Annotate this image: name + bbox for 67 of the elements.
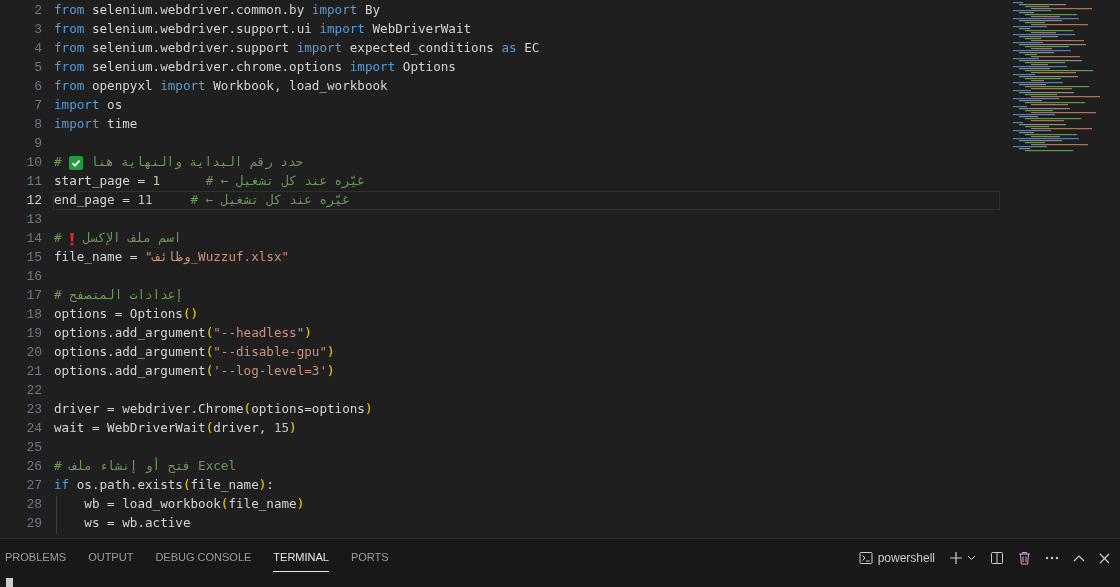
line-number: 6 xyxy=(33,77,42,96)
code-text: options.add_argument('--log-level=3') xyxy=(54,362,335,381)
line-number: 5 xyxy=(33,58,42,77)
code-text: wait = WebDriverWait(driver, 15) xyxy=(54,419,297,438)
code-text: options = Options() xyxy=(54,305,199,324)
code-comment: حدد رقم البداية والنهاية هنا xyxy=(89,153,304,172)
panel-tab[interactable]: DEBUG CONSOLE xyxy=(155,544,252,572)
terminal-cursor xyxy=(6,578,13,587)
terminal-icon xyxy=(858,551,873,565)
close-icon[interactable] xyxy=(1099,552,1110,564)
line-number: 15 xyxy=(25,248,42,267)
code-text: from selenium.webdriver.chrome.options import Options xyxy=(54,58,456,77)
terminal-selector[interactable]: powershell xyxy=(858,549,935,567)
code-text: from selenium.webdriver.common.by import By xyxy=(54,1,381,20)
code-text: from openpyxl import Workbook, load_workbook xyxy=(54,77,388,96)
code-text: import os xyxy=(54,96,123,115)
line-number: 17 xyxy=(25,286,42,305)
code-text: options.add_argument("--headless") xyxy=(54,324,312,343)
code-text: import time xyxy=(54,115,138,134)
line-number: 26 xyxy=(25,457,42,476)
panel-tab[interactable]: PORTS xyxy=(350,544,389,572)
line-number: 28 xyxy=(25,495,42,514)
line-number: 18 xyxy=(25,305,42,324)
line-number: 2 xyxy=(33,1,42,20)
line-number: 21 xyxy=(25,362,42,381)
line-number: 8 xyxy=(33,115,42,134)
line-number: 4 xyxy=(33,39,42,58)
panel-tab[interactable]: OUTPUT xyxy=(88,544,134,572)
chevron-down-icon[interactable] xyxy=(967,555,976,561)
line-number: 13 xyxy=(25,210,42,229)
code-text: if os.path.exists(file_name): xyxy=(54,476,274,495)
line-number: 27 xyxy=(25,476,42,495)
trash-icon[interactable] xyxy=(1018,551,1031,565)
chevron-up-icon[interactable] xyxy=(1073,554,1085,562)
code-comment: # xyxy=(54,229,63,248)
code-text: from selenium.webdriver.support import expected_conditions as EC xyxy=(54,39,540,58)
line-number: 11 xyxy=(25,172,42,191)
code-comment: # xyxy=(54,153,63,172)
code-text: from selenium.webdriver.support.ui import WebDriverWait xyxy=(54,20,472,39)
more-icon[interactable] xyxy=(1045,556,1059,560)
code-text: ws = wb.active xyxy=(83,514,191,533)
plus-icon[interactable] xyxy=(949,551,963,565)
line-number: 12 xyxy=(25,191,42,210)
line-number: 14 xyxy=(25,229,42,248)
exclamation-icon xyxy=(69,231,76,246)
line-number: 22 xyxy=(25,381,42,400)
line-number: 20 xyxy=(25,343,42,362)
line-number: 24 xyxy=(25,419,42,438)
line-number: 10 xyxy=(25,153,42,172)
code-text: options.add_argument("--disable-gpu") xyxy=(54,343,335,362)
code-text: driver = webdriver.Chrome(options=options) xyxy=(54,400,373,419)
code-text: wb = load_workbook(file_name) xyxy=(83,495,305,514)
line-number: 19 xyxy=(25,324,42,343)
split-icon[interactable] xyxy=(990,551,1004,565)
panel-tab[interactable]: TERMINAL xyxy=(273,544,329,572)
code-comment: اسم ملف الإكسل xyxy=(81,229,182,248)
check-mark-icon xyxy=(69,155,84,170)
code-comment: # فتح أو إنشاء ملف Excel xyxy=(54,457,236,476)
line-number: 25 xyxy=(25,438,42,457)
line-number: 23 xyxy=(25,400,42,419)
line-number: 29 xyxy=(25,514,42,533)
code-comment: # إعدادات المتصفح xyxy=(54,286,183,305)
line-number: 9 xyxy=(33,134,42,153)
panel-tab[interactable]: PROBLEMS xyxy=(5,544,67,572)
line-number: 16 xyxy=(25,267,42,286)
line-number: 7 xyxy=(33,96,42,115)
line-number: 3 xyxy=(33,20,42,39)
